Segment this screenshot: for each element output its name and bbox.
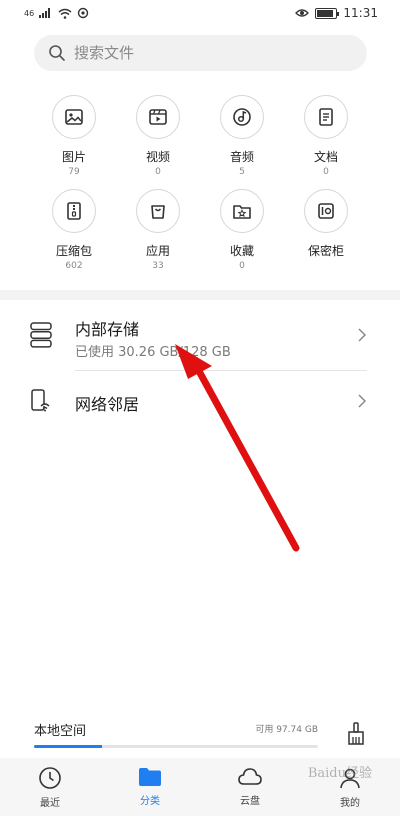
- local-storage-title: 本地空间: [34, 724, 87, 739]
- status-bar: 46 11:31: [0, 0, 400, 26]
- category-images[interactable]: 图片 79: [32, 95, 116, 177]
- local-storage-summary: 本地空间 可用 97.74 GB: [0, 712, 400, 758]
- status-right: 11:31: [295, 6, 378, 20]
- category-count: 0: [323, 167, 329, 177]
- internal-storage-usage: 已使用 30.26 GB/128 GB: [75, 345, 231, 360]
- category-favorites[interactable]: 收藏 0: [200, 189, 284, 271]
- category-label: 音频: [229, 150, 254, 164]
- category-label: 应用: [145, 244, 170, 258]
- nav-recent[interactable]: 最近: [0, 758, 100, 816]
- category-label: 视频: [145, 150, 170, 164]
- category-documents[interactable]: 文档 0: [284, 95, 368, 177]
- chevron-right-icon: [358, 328, 366, 342]
- cellular-signal-icon: [39, 8, 51, 18]
- category-count: 0: [239, 261, 245, 271]
- nav-categories[interactable]: 分类: [100, 758, 200, 816]
- category-grid: 图片 79 视频 0 音频 5 文档 0 压缩包 602 应用 33 收藏 0 …: [32, 95, 368, 271]
- category-archives[interactable]: 压缩包 602: [32, 189, 116, 271]
- category-count: 79: [68, 167, 80, 177]
- category-label: 文档: [313, 150, 338, 164]
- audio-icon: [220, 95, 264, 139]
- search-input[interactable]: [74, 44, 334, 62]
- status-left: 46: [24, 7, 89, 19]
- baidu-watermark: Baidu经验: [307, 766, 372, 781]
- category-safe[interactable]: 保密柜: [284, 189, 368, 271]
- document-icon: [304, 95, 348, 139]
- video-icon: [136, 95, 180, 139]
- hotspot-icon: [77, 7, 89, 19]
- nav-label: 分类: [140, 796, 160, 807]
- category-label: 保密柜: [307, 244, 344, 258]
- network-neighborhood-row[interactable]: 网络邻居: [0, 371, 400, 431]
- image-icon: [52, 95, 96, 139]
- clock-icon: [39, 767, 61, 789]
- safe-icon: [304, 189, 348, 233]
- local-storage-free: 可用 97.74 GB: [255, 725, 318, 735]
- storage-drive-icon: [30, 322, 52, 348]
- cloud-icon: [238, 768, 262, 785]
- app-bag-icon: [136, 189, 180, 233]
- category-count: 602: [65, 261, 83, 271]
- category-audio[interactable]: 音频 5: [200, 95, 284, 177]
- battery-icon: [315, 7, 340, 19]
- nav-label: 我的: [340, 798, 360, 809]
- archive-icon: [52, 189, 96, 233]
- star-folder-icon: [220, 189, 264, 233]
- search-icon: [49, 45, 65, 61]
- category-apps[interactable]: 应用 33: [116, 189, 200, 271]
- internal-storage-title: 内部存储: [75, 320, 140, 339]
- network-type-label: 46: [24, 8, 35, 18]
- category-count: 0: [155, 167, 161, 177]
- network-device-icon: [31, 389, 50, 412]
- clock-time: 11:31: [343, 6, 378, 20]
- category-count: 33: [152, 261, 164, 271]
- network-neighborhood-title: 网络邻居: [75, 395, 140, 414]
- category-count: 5: [239, 167, 245, 177]
- category-label: 压缩包: [55, 244, 92, 258]
- category-videos[interactable]: 视频 0: [116, 95, 200, 177]
- storage-progress-bar: [34, 745, 318, 748]
- folder-icon: [139, 768, 161, 786]
- nav-label: 云盘: [240, 796, 260, 807]
- category-label: 图片: [61, 150, 86, 164]
- section-divider: [0, 290, 400, 300]
- wifi-icon: [58, 8, 72, 19]
- eye-comfort-icon: [295, 9, 310, 17]
- storage-progress-fill: [34, 745, 103, 748]
- category-label: 收藏: [229, 244, 254, 258]
- nav-label: 最近: [40, 798, 60, 809]
- nav-cloud[interactable]: 云盘: [200, 758, 300, 816]
- chevron-right-icon: [358, 394, 366, 408]
- broom-clean-icon[interactable]: [346, 722, 366, 746]
- internal-storage-row[interactable]: 内部存储 已使用 30.26 GB/128 GB: [0, 300, 400, 370]
- search-bar[interactable]: [34, 35, 367, 71]
